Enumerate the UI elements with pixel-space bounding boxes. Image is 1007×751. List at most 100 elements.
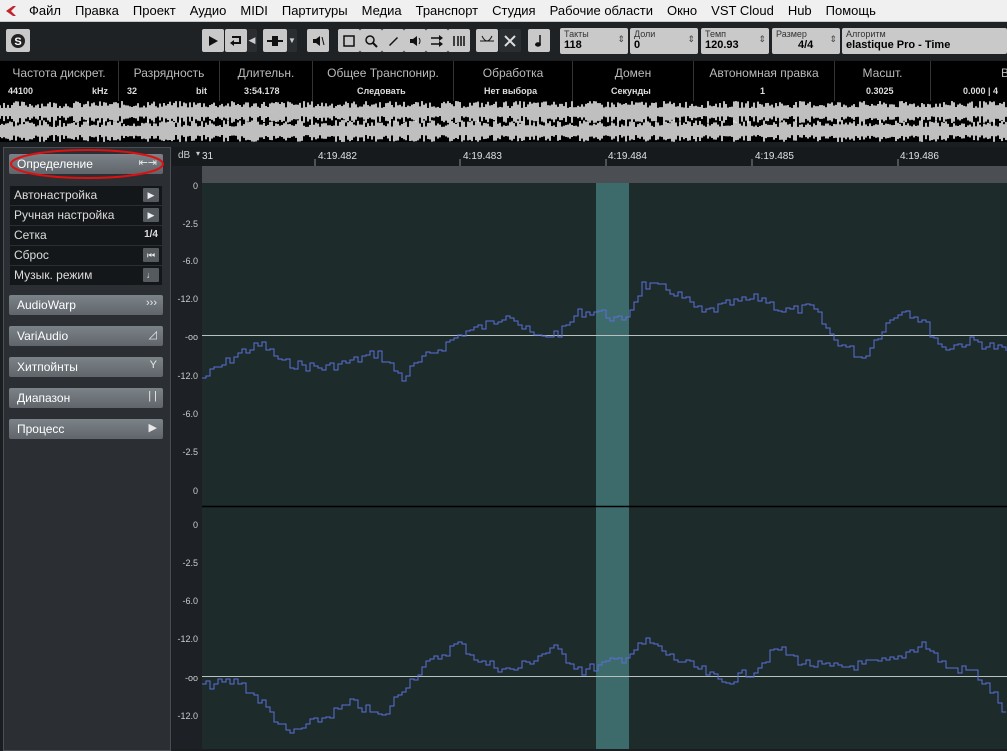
bars-field[interactable]: Такты 118 ⇕: [560, 28, 628, 54]
db-scale: 0 -2.5 -6.0 -12.0 -oo -12.0 -6.0 -2.5 0 …: [172, 166, 202, 749]
reset-icon[interactable]: ⏮: [143, 248, 159, 262]
loop-options-icon[interactable]: ◀: [247, 29, 257, 52]
range-section-header[interactable]: Диапазон | |: [9, 388, 163, 408]
menu-help[interactable]: Помощь: [819, 3, 883, 18]
signature-field[interactable]: Размер 4/4 ⇕: [772, 28, 840, 54]
info-length[interactable]: Длительн. 3:54.178: [220, 61, 313, 101]
menu-workspaces[interactable]: Рабочие области: [543, 3, 660, 18]
tempo-label: Темп: [705, 29, 727, 39]
menu-hub[interactable]: Hub: [781, 3, 819, 18]
info-domain[interactable]: Домен Секунды: [573, 61, 694, 101]
auto-scroll-icon[interactable]: [263, 29, 287, 52]
db-unit-header[interactable]: dB ▾: [172, 147, 202, 166]
warp-icon[interactable]: [426, 29, 448, 52]
menu-project[interactable]: Проект: [126, 3, 183, 18]
info-offline-edit[interactable]: Автономная правка 1: [694, 61, 835, 101]
db-scale-label: -12.0: [177, 711, 198, 721]
event-strip[interactable]: [202, 166, 1007, 183]
info-value: Нет выбора: [484, 86, 538, 96]
info-sample-rate[interactable]: Частота дискрет. 44100 kHz: [0, 61, 119, 101]
musical-note-icon[interactable]: ♩: [143, 268, 159, 282]
musical-mode-item[interactable]: Музык. режим ♩: [10, 266, 162, 285]
menu-midi[interactable]: MIDI: [233, 3, 274, 18]
grid-item[interactable]: Сетка 1/4: [10, 226, 162, 245]
beats-field[interactable]: Доли 0 ⇕: [630, 28, 698, 54]
menu-vst-cloud[interactable]: VST Cloud: [704, 3, 781, 18]
menu-studio[interactable]: Студия: [485, 3, 542, 18]
db-label: dB: [178, 150, 191, 161]
tempo-field[interactable]: Темп 120.93 ⇕: [701, 28, 769, 54]
info-value: Следовать: [357, 86, 406, 96]
variaudio-section-header[interactable]: VariAudio ◿: [9, 326, 163, 346]
hitpoint-icon: Y: [149, 359, 157, 371]
info-processing[interactable]: Обработка Нет выбора: [454, 61, 573, 101]
info-value: 3:54.178: [244, 86, 280, 96]
manual-adjust-item[interactable]: Ручная настройка ▶: [10, 206, 162, 225]
time-ruler[interactable]: 31 4:19.482 4:19.483 4:19.484 4:19.485 4…: [202, 147, 1007, 166]
ruler-tick-marks: [314, 159, 899, 166]
musical-note-icon[interactable]: [528, 29, 550, 52]
db-scale-label: -6.0: [182, 256, 198, 266]
info-position[interactable]: В 0.000 | 4: [931, 61, 1007, 101]
stepper-icon: ⇕: [617, 34, 625, 44]
close-snap-icon[interactable]: [499, 29, 521, 52]
play-icon[interactable]: ▶: [143, 208, 159, 222]
selection-range[interactable]: [596, 183, 629, 749]
svg-text:S: S: [14, 36, 21, 48]
info-scale[interactable]: Масшт. 0.3025: [835, 61, 931, 101]
hitpoints-section-header[interactable]: Хитпойнты Y: [9, 357, 163, 377]
acoustic-feedback-icon[interactable]: [307, 29, 329, 52]
draw-icon[interactable]: [382, 29, 404, 52]
cubase-logo-icon[interactable]: [0, 0, 22, 21]
solo-editor-icon[interactable]: S: [6, 29, 30, 52]
tempo-value: 120.93: [705, 39, 739, 51]
info-value: 1: [760, 86, 766, 96]
sample-editor-inspector: Определение ⇤⇥ Автонастройка ▶ Ручная на…: [3, 147, 171, 751]
db-scale-label: -12.0: [177, 634, 198, 644]
db-scale-label: -2.5: [182, 219, 198, 229]
chevron-down-icon[interactable]: ▾: [196, 149, 200, 158]
play-icon[interactable]: [202, 29, 224, 52]
reset-item[interactable]: Сброс ⏮: [10, 246, 162, 265]
zoom-icon[interactable]: [360, 29, 382, 52]
play-icon[interactable]: ▶: [143, 188, 159, 202]
chevron-down-icon[interactable]: ▼: [287, 29, 297, 52]
speaker-icon[interactable]: [404, 29, 426, 52]
snap-to-zero-icon[interactable]: [476, 29, 498, 52]
play-icon: ▶: [148, 422, 157, 434]
grid-value[interactable]: 1/4: [144, 229, 158, 240]
menu-file[interactable]: Файл: [22, 3, 68, 18]
menu-window[interactable]: Окно: [660, 3, 704, 18]
menu-scores[interactable]: Партитуры: [275, 3, 355, 18]
menu-edit[interactable]: Правка: [68, 3, 126, 18]
info-header: Масшт.: [862, 66, 903, 80]
signature-value: 4/4: [798, 39, 814, 51]
grid-label: Сетка: [14, 228, 47, 242]
menu-audio[interactable]: Аудио: [183, 3, 234, 18]
waveform-canvas[interactable]: [202, 183, 1007, 749]
info-transpose[interactable]: Общее Транспонир. Следовать: [313, 61, 454, 101]
db-scale-label: -oo: [184, 332, 198, 342]
stepper-icon: ⇕: [758, 34, 766, 44]
bars-label: Такты: [564, 29, 589, 39]
algorithm-label: Алгоритм: [846, 29, 886, 39]
musical-mode-label: Музык. режим: [14, 268, 93, 282]
algorithm-field[interactable]: Алгоритм elastique Pro - Time: [842, 28, 1007, 54]
process-section-header[interactable]: Процесс ▶: [9, 419, 163, 439]
audiowarp-section-header[interactable]: AudioWarp ›››: [9, 295, 163, 315]
info-header: Обработка: [482, 66, 544, 80]
loop-icon[interactable]: [225, 29, 247, 52]
info-bit-depth[interactable]: Разрядность 32 bit: [119, 61, 220, 101]
menu-media[interactable]: Медиа: [355, 3, 409, 18]
auto-adjust-item[interactable]: Автонастройка ▶: [10, 186, 162, 205]
range-select-icon[interactable]: [338, 29, 360, 52]
stepper-icon: ⇕: [687, 34, 695, 44]
db-scale-label: 0: [192, 520, 198, 530]
overview-waveform[interactable]: [0, 101, 1007, 142]
db-scale-label: -6.0: [182, 409, 198, 419]
info-header: В: [1000, 66, 1007, 80]
audiowarp-label: AudioWarp: [17, 298, 76, 312]
info-header: Разрядность: [133, 66, 205, 80]
hitpoint-slice-icon[interactable]: [448, 29, 470, 52]
menu-transport[interactable]: Транспорт: [409, 3, 486, 18]
